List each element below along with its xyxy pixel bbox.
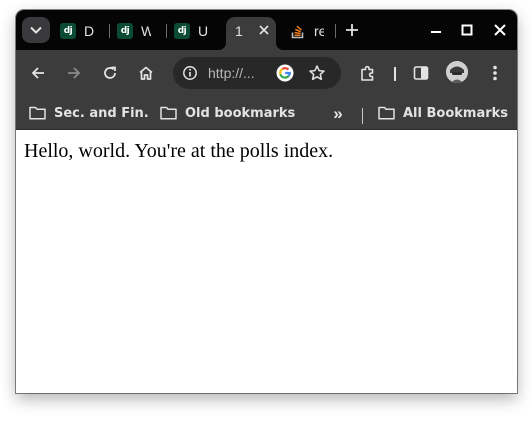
navigation-toolbar: http://... — [16, 50, 517, 96]
close-tab-button[interactable] — [255, 21, 273, 39]
bookmarks-divider — [362, 108, 363, 124]
tab-title: D — [84, 23, 95, 39]
close-window-button[interactable] — [490, 20, 510, 40]
bookmark-label: Old bookmarks — [185, 105, 296, 121]
bookmark-label: All Bookmarks — [403, 105, 509, 121]
tab-title: 1 — [235, 23, 243, 39]
maximize-button[interactable] — [457, 20, 477, 40]
django-icon: dj — [60, 23, 76, 39]
django-icon: dj — [174, 23, 190, 39]
page-content: Hello, world. You're at the polls index. — [16, 131, 517, 393]
folder-icon — [378, 106, 395, 120]
more-menu-button[interactable] — [482, 60, 508, 86]
double-chevron-icon: » — [333, 104, 343, 123]
back-arrow-icon — [31, 67, 44, 79]
tab-separator — [166, 24, 167, 38]
home-button[interactable] — [133, 60, 159, 86]
folder-icon — [160, 106, 177, 120]
django-icon: dj — [117, 23, 133, 39]
google-icon[interactable] — [276, 64, 294, 82]
close-icon — [494, 24, 506, 36]
folder-icon — [29, 106, 46, 120]
tab-title: re — [314, 23, 324, 39]
bookmark-star-icon[interactable] — [307, 63, 327, 83]
tab-django-2[interactable]: dj W — [117, 19, 157, 43]
all-bookmarks-button[interactable]: All Bookmarks — [378, 104, 508, 122]
bookmark-folder-sec-and-fin[interactable]: Sec. and Fin. — [29, 104, 149, 122]
tab-title: W — [141, 23, 151, 39]
tab-separator — [109, 24, 110, 38]
forward-arrow-icon — [68, 67, 81, 79]
tab-strip: dj D dj W dj U 1 re — [16, 10, 517, 50]
tab-search-button[interactable] — [22, 17, 50, 43]
more-menu-icon — [493, 65, 497, 81]
new-tab-button[interactable] — [342, 20, 362, 40]
bookmarks-bar: Sec. and Fin. Old bookmarks » All Bookma… — [16, 96, 517, 130]
tab-stackoverflow[interactable]: re — [290, 19, 324, 43]
browser-window: dj D dj W dj U 1 re http://... Sec. and … — [16, 10, 517, 393]
bookmark-label: Sec. and Fin. — [54, 105, 149, 121]
tab-django-3[interactable]: dj U — [174, 19, 214, 43]
extensions-icon — [361, 65, 374, 81]
minimize-button[interactable] — [426, 20, 446, 40]
forward-button[interactable] — [61, 60, 87, 86]
toolbar-divider — [394, 67, 396, 81]
tab-active[interactable]: 1 — [218, 17, 284, 50]
extensions-button[interactable] — [355, 60, 381, 86]
url-text[interactable]: http://... — [208, 65, 255, 81]
reload-button[interactable] — [97, 60, 123, 86]
minimize-icon — [431, 31, 441, 33]
back-button[interactable] — [25, 60, 51, 86]
plus-icon — [346, 24, 358, 36]
tab-title: U — [198, 23, 209, 39]
close-icon — [259, 25, 269, 35]
site-info-icon[interactable] — [181, 64, 199, 82]
reload-icon — [104, 66, 116, 79]
profile-avatar[interactable] — [446, 61, 468, 83]
side-panel-button[interactable] — [408, 60, 434, 86]
address-bar[interactable]: http://... — [173, 57, 341, 89]
tab-separator — [335, 24, 336, 38]
tab-django-1[interactable]: dj D — [60, 19, 102, 43]
chevron-down-icon — [30, 26, 42, 34]
bookmarks-overflow-button[interactable]: » — [329, 105, 347, 123]
maximize-icon — [461, 24, 473, 36]
home-icon — [139, 66, 153, 80]
avatar-icon — [446, 61, 468, 83]
side-panel-icon — [413, 66, 429, 80]
bookmark-folder-old-bookmarks[interactable]: Old bookmarks — [160, 104, 295, 122]
page-body-text: Hello, world. You're at the polls index. — [24, 140, 334, 162]
stackoverflow-icon — [291, 25, 304, 39]
